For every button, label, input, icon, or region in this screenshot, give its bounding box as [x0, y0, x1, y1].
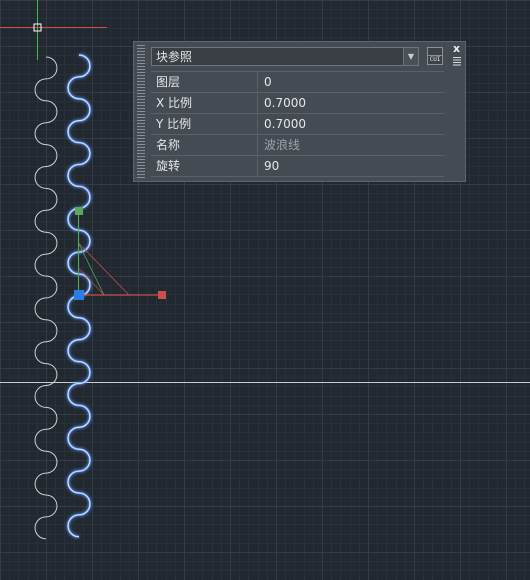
insertion-grip[interactable] [74, 290, 84, 300]
property-value[interactable]: 0 [258, 72, 444, 92]
properties-grid: 图层 0 X 比例 0.7000 Y 比例 0.7000 名称 波浪线 旋转 9… [151, 71, 444, 179]
quick-select-button[interactable]: CUI [427, 47, 443, 65]
property-value[interactable]: 0.7000 [258, 93, 444, 113]
property-row-y-scale[interactable]: Y 比例 0.7000 [151, 114, 444, 135]
quick-properties-palette: 块参照 ▼ CUI x 图层 0 X 比例 0.7000 Y 比例 0.7000… [133, 41, 466, 182]
property-row-rotation[interactable]: 旋转 90 [151, 156, 444, 177]
object-type-label: 块参照 [156, 50, 193, 64]
palette-menu-icon[interactable] [453, 57, 461, 66]
palette-drag-grip[interactable] [137, 45, 145, 178]
close-icon[interactable]: x [453, 43, 460, 54]
property-row-name[interactable]: 名称 波浪线 [151, 135, 444, 156]
gizmo-y-handle[interactable] [75, 207, 83, 215]
property-key: 图层 [151, 72, 258, 92]
property-key: 名称 [151, 135, 258, 155]
property-key: X 比例 [151, 93, 258, 113]
object-type-dropdown[interactable]: 块参照 ▼ [151, 47, 419, 66]
gizmo-x-handle[interactable] [158, 291, 166, 299]
property-key: Y 比例 [151, 114, 258, 134]
quick-select-label: CUI [429, 56, 441, 63]
property-row-x-scale[interactable]: X 比例 0.7000 [151, 93, 444, 114]
property-value[interactable]: 0.7000 [258, 114, 444, 134]
chevron-down-icon[interactable]: ▼ [403, 48, 418, 65]
property-key: 旋转 [151, 156, 258, 176]
property-value[interactable]: 90 [258, 156, 444, 176]
property-value-readonly: 波浪线 [264, 138, 301, 152]
property-row-layer[interactable]: 图层 0 [151, 72, 444, 93]
